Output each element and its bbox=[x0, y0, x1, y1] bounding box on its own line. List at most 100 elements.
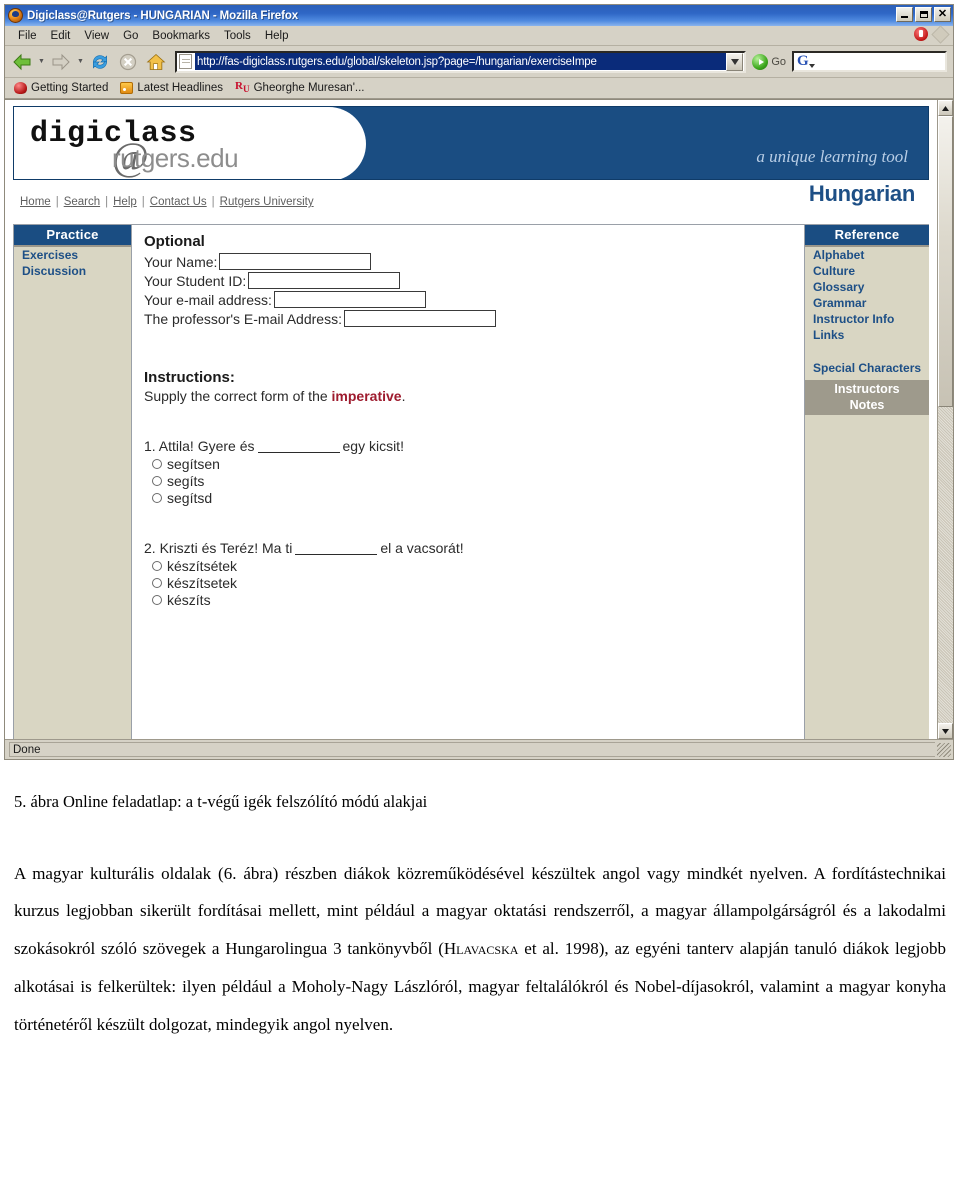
instructions-text: Supply the correct form of the imperativ… bbox=[144, 388, 804, 404]
main-content: Optional Your Name: Your Student ID: You… bbox=[132, 225, 804, 739]
close-button[interactable]: ✕ bbox=[934, 7, 951, 22]
web-page: digiclass @ rutgers.edu a unique learnin… bbox=[5, 100, 937, 739]
sidebar-item-culture[interactable]: Culture bbox=[805, 263, 929, 279]
radio-icon[interactable] bbox=[152, 595, 162, 605]
instructions-text-before: Supply the correct form of the bbox=[144, 388, 332, 404]
topnav-rutgers-university[interactable]: Rutgers University bbox=[220, 196, 314, 208]
maximize-button[interactable] bbox=[915, 7, 932, 22]
sidebar-item-links[interactable]: Links bbox=[805, 327, 929, 343]
sidebar-item-alphabet[interactable]: Alphabet bbox=[805, 247, 929, 263]
question-2-option-2[interactable]: készítsetek bbox=[152, 575, 804, 591]
scrollbar-thumb[interactable] bbox=[938, 116, 953, 408]
minimize-button[interactable] bbox=[896, 7, 913, 22]
getting-started-icon bbox=[14, 82, 27, 94]
menu-bookmarks[interactable]: Bookmarks bbox=[145, 29, 217, 43]
sidebar-item-exercises[interactable]: Exercises bbox=[14, 247, 131, 263]
menu-edit[interactable]: Edit bbox=[44, 29, 78, 43]
close-icon: ✕ bbox=[937, 8, 948, 20]
topnav-search[interactable]: Search bbox=[64, 196, 100, 208]
bookmark-label: Gheorghe Muresan'... bbox=[253, 81, 365, 94]
question-1-blank bbox=[257, 452, 340, 453]
question-2-option-1[interactable]: készítsétek bbox=[152, 558, 804, 574]
sidebar-item-discussion[interactable]: Discussion bbox=[14, 263, 131, 279]
form-row-name: Your Name: bbox=[142, 253, 804, 270]
caret-up-icon bbox=[942, 105, 949, 111]
back-arrow-icon bbox=[13, 53, 31, 70]
security-shield-icon[interactable] bbox=[914, 27, 928, 41]
bookmark-label: Latest Headlines bbox=[137, 82, 224, 94]
bookmark-label: Getting Started bbox=[31, 82, 109, 94]
sidebar-item-special-characters[interactable]: Special Characters bbox=[805, 361, 929, 376]
caret-down-icon bbox=[942, 728, 949, 734]
menu-help[interactable]: Help bbox=[258, 29, 296, 43]
go-button[interactable]: Go bbox=[752, 53, 786, 70]
instructions-text-after: . bbox=[401, 388, 406, 404]
question-1-option-1[interactable]: segítsen bbox=[152, 456, 804, 472]
sidebar-item-grammar[interactable]: Grammar bbox=[805, 295, 929, 311]
site-banner: digiclass @ rutgers.edu a unique learnin… bbox=[13, 106, 929, 180]
input-email[interactable] bbox=[273, 291, 426, 308]
resize-grip-icon[interactable] bbox=[937, 743, 951, 757]
menu-tools[interactable]: Tools bbox=[217, 29, 258, 43]
topnav-help[interactable]: Help bbox=[113, 196, 137, 208]
input-professor-email[interactable] bbox=[343, 310, 496, 327]
navigation-toolbar: ▼ ▼ http://fas-digiclass.rutgers.edu/glo… bbox=[5, 46, 953, 78]
reload-button[interactable] bbox=[87, 49, 113, 75]
menu-file[interactable]: File bbox=[11, 29, 44, 43]
instructors-notes-line1: Instructors bbox=[834, 382, 900, 396]
topnav-home[interactable]: Home bbox=[20, 196, 51, 208]
form-title: Optional bbox=[144, 233, 205, 250]
input-your-name[interactable] bbox=[219, 253, 372, 270]
forward-button[interactable] bbox=[48, 49, 74, 75]
topnav-contact-us[interactable]: Contact Us bbox=[150, 196, 207, 208]
form-row-professor-email: The professor's E-mail Address: bbox=[142, 310, 804, 327]
url-input[interactable]: http://fas-digiclass.rutgers.edu/global/… bbox=[195, 53, 727, 70]
forward-dropdown[interactable]: ▼ bbox=[76, 49, 85, 75]
address-bar[interactable]: http://fas-digiclass.rutgers.edu/global/… bbox=[175, 50, 747, 73]
scrollbar-track[interactable] bbox=[938, 116, 953, 723]
sidebar-item-instructor-info[interactable]: Instructor Info bbox=[805, 311, 929, 327]
vertical-scrollbar[interactable] bbox=[937, 100, 953, 739]
instructions-highlight: imperative bbox=[331, 388, 402, 404]
input-student-id[interactable] bbox=[248, 272, 401, 289]
scroll-up-button[interactable] bbox=[938, 100, 953, 116]
bookmark-gheorghe-muresan[interactable]: RU Gheorghe Muresan'... bbox=[231, 81, 368, 94]
window-title: Digiclass@Rutgers - HUNGARIAN - Mozilla … bbox=[27, 9, 299, 22]
home-button[interactable] bbox=[143, 49, 169, 75]
bookmark-latest-headlines[interactable]: Latest Headlines bbox=[116, 82, 227, 94]
menu-go[interactable]: Go bbox=[116, 29, 145, 43]
instructors-notes-line2: Notes bbox=[849, 398, 885, 412]
back-button[interactable] bbox=[9, 49, 35, 75]
left-sidebar-header: Practice bbox=[14, 225, 131, 247]
right-sidebar-header: Reference bbox=[805, 225, 929, 247]
radio-icon[interactable] bbox=[152, 459, 162, 469]
radio-icon[interactable] bbox=[152, 493, 162, 503]
scroll-down-button[interactable] bbox=[938, 723, 953, 739]
stop-button[interactable] bbox=[115, 49, 141, 75]
menu-view[interactable]: View bbox=[77, 29, 116, 43]
browser-window: Digiclass@Rutgers - HUNGARIAN - Mozilla … bbox=[4, 4, 954, 760]
left-sidebar: Practice Exercises Discussion bbox=[14, 225, 132, 739]
page-favicon bbox=[179, 54, 192, 69]
instructors-notes-header[interactable]: Instructors Notes bbox=[805, 380, 929, 415]
radio-icon[interactable] bbox=[152, 578, 162, 588]
sidebar-item-glossary[interactable]: Glossary bbox=[805, 279, 929, 295]
question-1-option-3[interactable]: segítsd bbox=[152, 490, 804, 506]
back-dropdown[interactable]: ▼ bbox=[37, 49, 46, 75]
question-1-option-2[interactable]: segíts bbox=[152, 473, 804, 489]
citation-author: Hlavacska bbox=[443, 939, 519, 959]
option-label: készíts bbox=[167, 592, 211, 608]
bookmark-getting-started[interactable]: Getting Started bbox=[10, 82, 112, 94]
radio-icon[interactable] bbox=[152, 561, 162, 571]
document-text: 5. ábra Online feladatlap: a t-végű igék… bbox=[0, 790, 960, 1043]
radio-icon[interactable] bbox=[152, 476, 162, 486]
rss-icon bbox=[120, 82, 134, 94]
search-input[interactable]: G bbox=[792, 51, 947, 72]
question-2-option-3[interactable]: készíts bbox=[152, 592, 804, 608]
firefox-icon bbox=[8, 8, 23, 23]
logo-rutgers-text: rutgers.edu bbox=[112, 143, 239, 173]
url-history-dropdown[interactable] bbox=[726, 52, 744, 71]
stop-icon bbox=[119, 53, 137, 70]
bookmarks-toolbar: Getting Started Latest Headlines RU Gheo… bbox=[5, 78, 953, 99]
forward-arrow-icon bbox=[52, 53, 70, 70]
